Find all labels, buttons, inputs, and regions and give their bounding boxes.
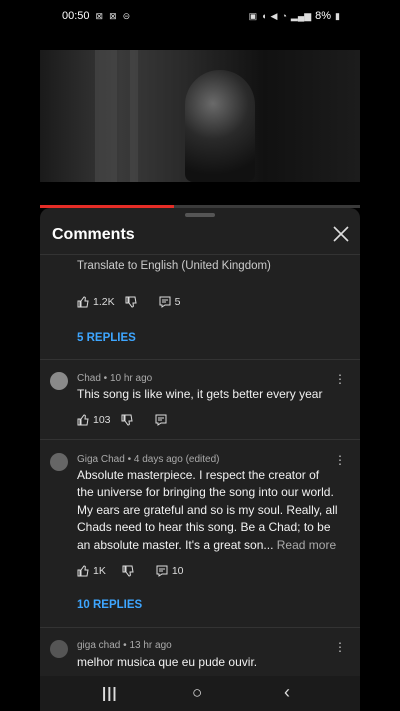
- view-replies-button[interactable]: 10 REPLIES: [77, 599, 142, 611]
- dislike-icon[interactable]: [122, 565, 134, 577]
- comment-text: melhor musica que eu pude ouvir.: [77, 655, 258, 669]
- status-bar: 00:50 ⊠ ⊠ ⊝ ▣ ◖ ◀ ◔ ▂▄▆ 8% ▮: [0, 0, 400, 32]
- like-count: 103: [93, 414, 111, 426]
- more-vert-icon[interactable]: ⋮: [334, 373, 346, 385]
- avatar[interactable]: [50, 372, 68, 390]
- avatar[interactable]: [50, 640, 68, 658]
- comment-meta: Giga Chad • 4 days ago (edited): [77, 454, 220, 465]
- comment-meta: giga chad • 13 hr ago: [77, 640, 172, 651]
- more-vert-icon[interactable]: ⋮: [334, 641, 346, 653]
- comment-text: This song is like wine, it gets better e…: [77, 387, 323, 401]
- like-button[interactable]: 1K: [77, 565, 106, 577]
- signal-icon: ▂▄▆: [290, 10, 312, 21]
- lock-icon: ▣: [248, 10, 258, 21]
- comment-meta: Chad • 10 hr ago: [77, 373, 153, 384]
- translate-link[interactable]: Translate to English (United Kingdom): [77, 258, 271, 275]
- comment-author[interactable]: Chad: [77, 373, 101, 384]
- battery-icon: ▮: [335, 10, 340, 21]
- close-icon[interactable]: [332, 225, 350, 243]
- comment-text: Absolute masterpiece. I respect the crea…: [77, 468, 338, 552]
- comment-author[interactable]: Giga Chad: [77, 454, 125, 465]
- like-icon: [77, 414, 89, 426]
- divider: [40, 439, 360, 440]
- comment-actions: 1K 10: [77, 565, 184, 577]
- reply-icon: [159, 296, 171, 308]
- divider: [40, 359, 360, 360]
- comment-time: 4 days ago (edited): [133, 454, 220, 465]
- divider: [40, 254, 360, 255]
- reply-count: 5: [174, 296, 181, 308]
- notification-icon: ⊠: [95, 10, 104, 21]
- like-icon: [77, 565, 89, 577]
- video-frame-figure: [185, 70, 255, 182]
- comment-actions: 1.2K 5: [77, 296, 180, 308]
- more-vert-icon[interactable]: ⋮: [334, 454, 346, 466]
- view-replies-button[interactable]: 5 REPLIES: [77, 332, 136, 344]
- like-count: 1K: [93, 565, 106, 577]
- video-frame-detail: [130, 50, 138, 182]
- avatar[interactable]: [50, 453, 68, 471]
- reply-button[interactable]: 10: [156, 565, 184, 577]
- home-icon[interactable]: ○: [192, 683, 202, 703]
- dislike-icon[interactable]: [125, 296, 137, 308]
- status-time: 00:50: [62, 10, 90, 22]
- like-count: 1.2K: [93, 296, 115, 308]
- drag-handle[interactable]: [185, 213, 215, 217]
- battery-level: 8%: [315, 10, 332, 22]
- like-button[interactable]: 1.2K: [77, 296, 115, 308]
- reply-icon: [156, 565, 168, 577]
- dislike-icon[interactable]: [121, 414, 133, 426]
- video-frame-detail: [95, 50, 117, 182]
- notification-icon: ⊠: [109, 10, 117, 21]
- comments-sheet: Comments Translate to English (United Ki…: [40, 208, 360, 711]
- comment-actions: 103: [77, 414, 167, 426]
- comment-author[interactable]: giga chad: [77, 640, 120, 651]
- reply-icon[interactable]: [155, 414, 167, 426]
- like-icon: [77, 296, 89, 308]
- divider: [40, 627, 360, 628]
- system-nav-bar: ||| ○ ‹: [40, 676, 360, 711]
- read-more-link[interactable]: Read more: [277, 538, 336, 552]
- vibrate-icon: ◖: [261, 11, 267, 21]
- wifi-icon: ◔: [281, 11, 287, 21]
- like-button[interactable]: 103: [77, 414, 111, 426]
- video-player[interactable]: [40, 50, 360, 182]
- sheet-title: Comments: [52, 226, 135, 243]
- comment-time: 10 hr ago: [109, 373, 153, 384]
- back-icon[interactable]: ‹: [284, 682, 290, 703]
- reply-count: 10: [171, 565, 184, 577]
- reply-button[interactable]: 5: [159, 296, 181, 308]
- notification-icon: ⊝: [122, 10, 131, 21]
- mute-icon: ◀: [270, 10, 278, 21]
- recents-icon[interactable]: |||: [102, 685, 118, 702]
- comment-time: 13 hr ago: [129, 640, 172, 651]
